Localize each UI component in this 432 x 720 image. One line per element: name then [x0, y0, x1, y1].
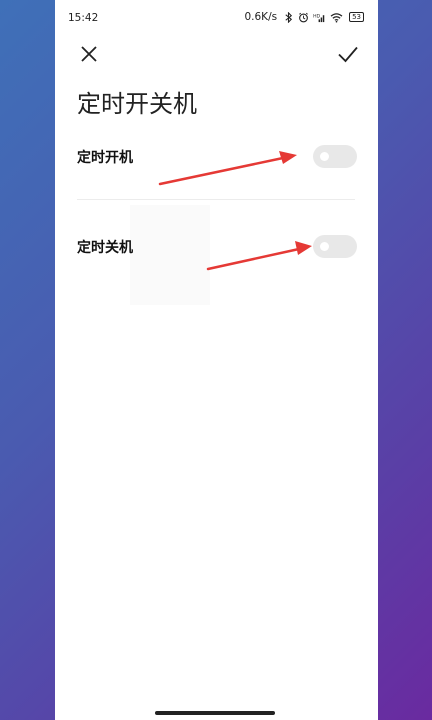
- red-arrow-icon: [206, 241, 312, 271]
- home-indicator[interactable]: [155, 711, 275, 715]
- phone-screen: 15:42 0.6K/s HD 53 定时开关机 定时开机 定时关机: [55, 0, 378, 720]
- red-arrow-icon: [158, 151, 297, 186]
- annotation-arrows: [158, 151, 312, 271]
